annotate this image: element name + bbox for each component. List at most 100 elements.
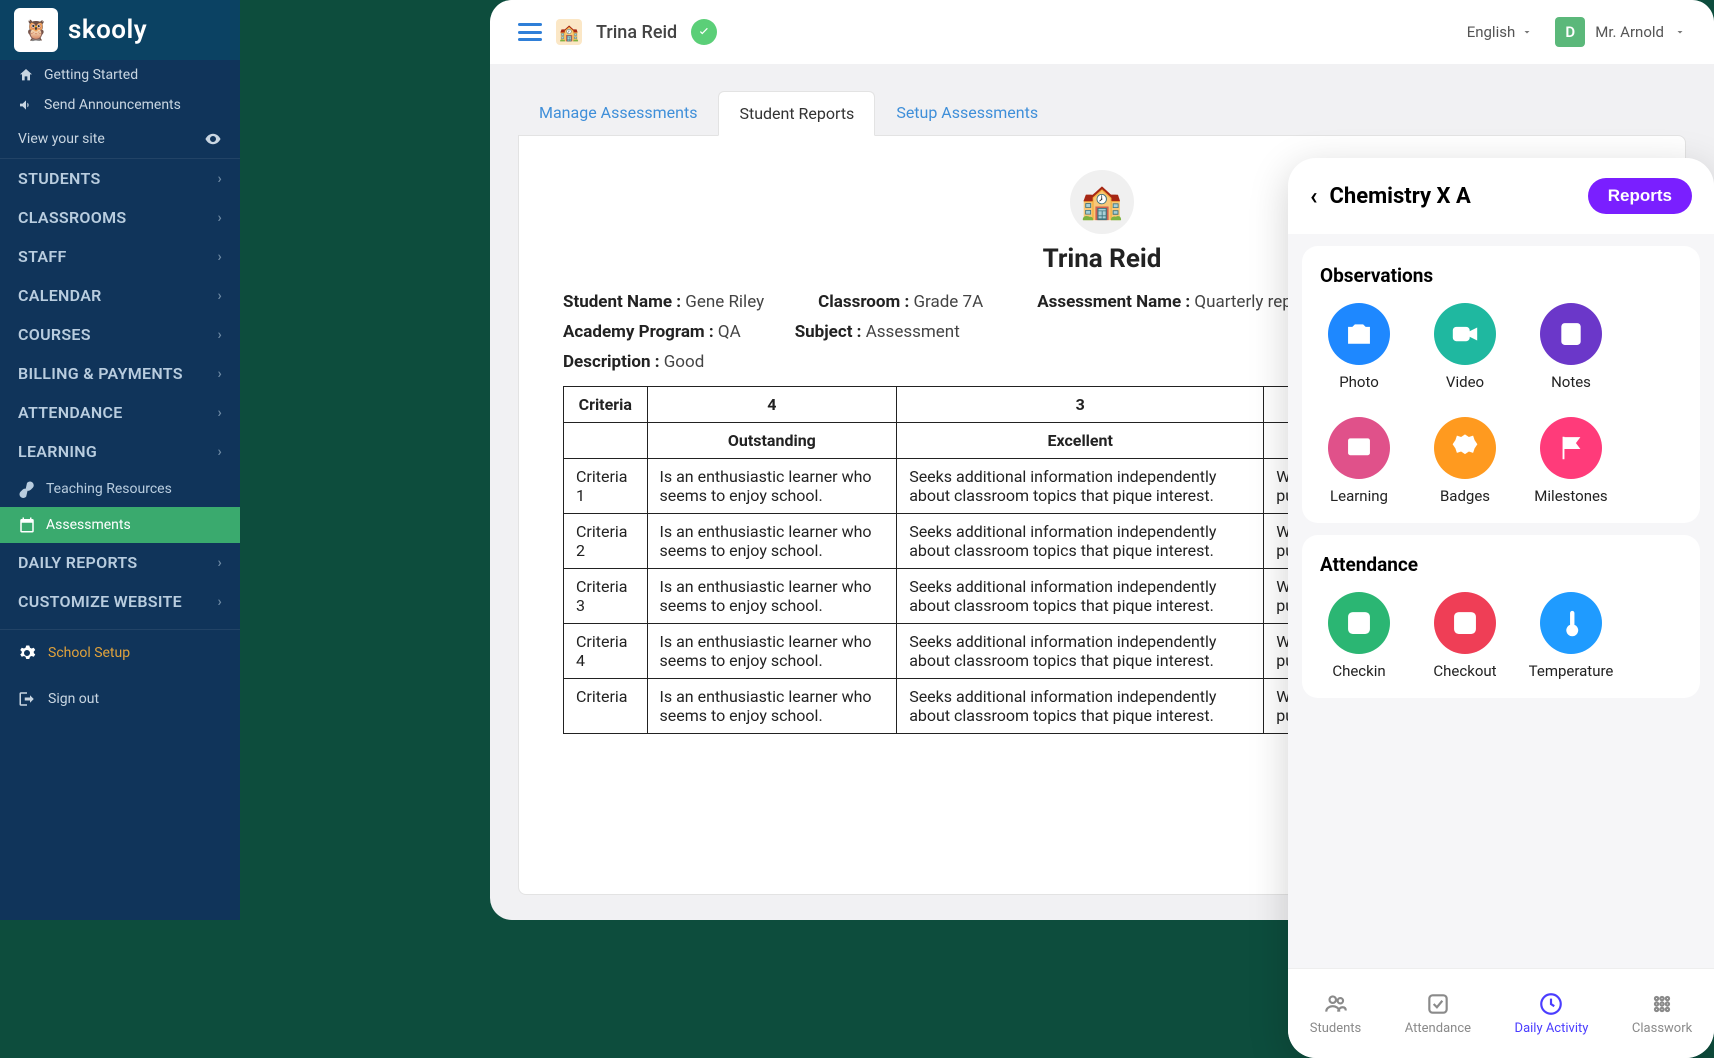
nav-item-daily-reports[interactable]: DAILY REPORTS› xyxy=(0,543,240,582)
tabs: Manage Assessments Student Reports Setup… xyxy=(490,64,1714,135)
bottom-tab-daily-activity[interactable]: Daily Activity xyxy=(1515,991,1589,1036)
tile-temperature[interactable]: Temperature xyxy=(1532,592,1610,680)
grid-icon xyxy=(1649,991,1675,1017)
checkout-icon xyxy=(1434,592,1496,654)
program-value: QA xyxy=(718,322,741,342)
nav-item-calendar[interactable]: CALENDAR› xyxy=(0,276,240,315)
tile-video[interactable]: Video xyxy=(1426,303,1504,391)
criteria-name: Criteria 3 xyxy=(564,569,648,624)
nav-item-staff[interactable]: STAFF› xyxy=(0,237,240,276)
gear-icon xyxy=(18,644,36,662)
nav-item-learning[interactable]: LEARNING› xyxy=(0,432,240,471)
cell-3: Seeks additional information independent… xyxy=(897,514,1264,569)
chevron-right-icon: › xyxy=(217,327,222,343)
cell-4: Is an enthusiastic learner who seems to … xyxy=(647,514,897,569)
chevron-right-icon: › xyxy=(217,444,222,460)
setup-label: School Setup xyxy=(48,645,130,661)
rating-outstanding: Outstanding xyxy=(647,423,897,459)
getting-started-link[interactable]: Getting Started xyxy=(0,60,240,90)
nav-label: STUDENTS xyxy=(18,169,101,188)
tab-label: Daily Activity xyxy=(1515,1021,1589,1036)
criteria-name: Criteria xyxy=(564,679,648,734)
breadcrumb-student: Trina Reid xyxy=(596,22,677,43)
chevron-right-icon: › xyxy=(217,366,222,382)
description-value: Good xyxy=(664,352,705,372)
sub-label: Teaching Resources xyxy=(46,481,172,497)
nav-item-classrooms[interactable]: CLASSROOMS› xyxy=(0,198,240,237)
criteria-name: Criteria 1 xyxy=(564,459,648,514)
cell-3: Seeks additional information independent… xyxy=(897,679,1264,734)
bottom-tab-classwork[interactable]: Classwork xyxy=(1632,991,1692,1036)
link-icon xyxy=(18,480,36,498)
tile-label: Milestones xyxy=(1534,487,1607,505)
attendance-heading: Attendance xyxy=(1320,553,1682,576)
menu-toggle[interactable] xyxy=(518,23,542,41)
activity-panel: ‹ Chemistry X A Reports Observations Pho… xyxy=(1288,158,1714,1058)
tile-photo[interactable]: Photo xyxy=(1320,303,1398,391)
cell-3: Seeks additional information independent… xyxy=(897,624,1264,679)
sign-out-link[interactable]: Sign out xyxy=(0,676,240,722)
nav-label: STAFF xyxy=(18,247,67,266)
link-label: View your site xyxy=(18,131,105,147)
back-button[interactable]: ‹ xyxy=(1310,182,1318,210)
nav-label: ATTENDANCE xyxy=(18,403,123,422)
tile-label: Learning xyxy=(1330,487,1388,505)
megaphone-icon xyxy=(18,97,34,113)
topbar: 🏫 Trina Reid English D Mr. Arnold xyxy=(490,0,1714,64)
nav-label: CUSTOMIZE WEBSITE xyxy=(18,592,182,611)
video-icon xyxy=(1434,303,1496,365)
tile-label: Checkout xyxy=(1433,662,1496,680)
owl-icon: 🦉 xyxy=(14,8,58,52)
nav-item-students[interactable]: STUDENTS › xyxy=(0,159,240,198)
tile-learning[interactable]: Learning xyxy=(1320,417,1398,505)
panel-bottom-nav: Students Attendance Daily Activity Class… xyxy=(1288,968,1714,1058)
nav-label: DAILY REPORTS xyxy=(18,553,138,572)
language-select[interactable]: English xyxy=(1467,23,1534,41)
chevron-down-icon xyxy=(1674,26,1686,38)
nav-item-courses[interactable]: COURSES› xyxy=(0,315,240,354)
cell-4: Is an enthusiastic learner who seems to … xyxy=(647,624,897,679)
avatar: D xyxy=(1555,17,1585,47)
panel-title: Chemistry X A xyxy=(1330,184,1471,209)
sidebar-sub-teaching-resources[interactable]: Teaching Resources xyxy=(0,471,240,507)
students-icon xyxy=(1323,991,1349,1017)
school-setup-link[interactable]: School Setup xyxy=(0,629,240,676)
criteria-name: Criteria 4 xyxy=(564,624,648,679)
user-menu[interactable]: D Mr. Arnold xyxy=(1555,17,1686,47)
chevron-right-icon: › xyxy=(217,171,222,187)
tile-badges[interactable]: Badges xyxy=(1426,417,1504,505)
sidebar-sub-assessments[interactable]: Assessments xyxy=(0,507,240,543)
verified-icon xyxy=(691,19,717,45)
nav-item-billing-payments[interactable]: BILLING & PAYMENTS › xyxy=(0,354,240,393)
criteria-name: Criteria 2 xyxy=(564,514,648,569)
bottom-tab-attendance[interactable]: Attendance xyxy=(1405,991,1471,1036)
nav-item-customize-website[interactable]: CUSTOMIZE WEBSITE› xyxy=(0,582,240,621)
cell-3: Seeks additional information independent… xyxy=(897,459,1264,514)
th-blank xyxy=(564,423,648,459)
nav-label: BILLING & PAYMENTS xyxy=(18,364,183,383)
send-announcements-link[interactable]: Send Announcements xyxy=(0,90,240,120)
bottom-tab-students[interactable]: Students xyxy=(1310,991,1362,1036)
tab-student-reports[interactable]: Student Reports xyxy=(718,91,875,136)
temperature-icon xyxy=(1540,592,1602,654)
photo-icon xyxy=(1328,303,1390,365)
view-site-link[interactable]: View your site xyxy=(0,120,240,159)
tab-setup-assessments[interactable]: Setup Assessments xyxy=(875,90,1059,135)
tile-checkout[interactable]: Checkout xyxy=(1426,592,1504,680)
calendar-icon xyxy=(18,516,36,534)
observations-section: Observations PhotoVideoNotesLearningBadg… xyxy=(1302,246,1700,523)
chevron-down-icon xyxy=(1521,26,1533,38)
cell-4: Is an enthusiastic learner who seems to … xyxy=(647,679,897,734)
program-label: Academy Program : xyxy=(563,322,714,342)
reports-button[interactable]: Reports xyxy=(1588,178,1692,214)
nav-item-attendance[interactable]: ATTENDANCE› xyxy=(0,393,240,432)
classroom-label: Classroom : xyxy=(818,292,909,312)
cell-4: Is an enthusiastic learner who seems to … xyxy=(647,569,897,624)
tile-notes[interactable]: Notes xyxy=(1532,303,1610,391)
learning-icon xyxy=(1328,417,1390,479)
milestones-icon xyxy=(1540,417,1602,479)
tile-milestones[interactable]: Milestones xyxy=(1532,417,1610,505)
cell-4: Is an enthusiastic learner who seems to … xyxy=(647,459,897,514)
tile-checkin[interactable]: Checkin xyxy=(1320,592,1398,680)
tab-manage-assessments[interactable]: Manage Assessments xyxy=(518,90,718,135)
